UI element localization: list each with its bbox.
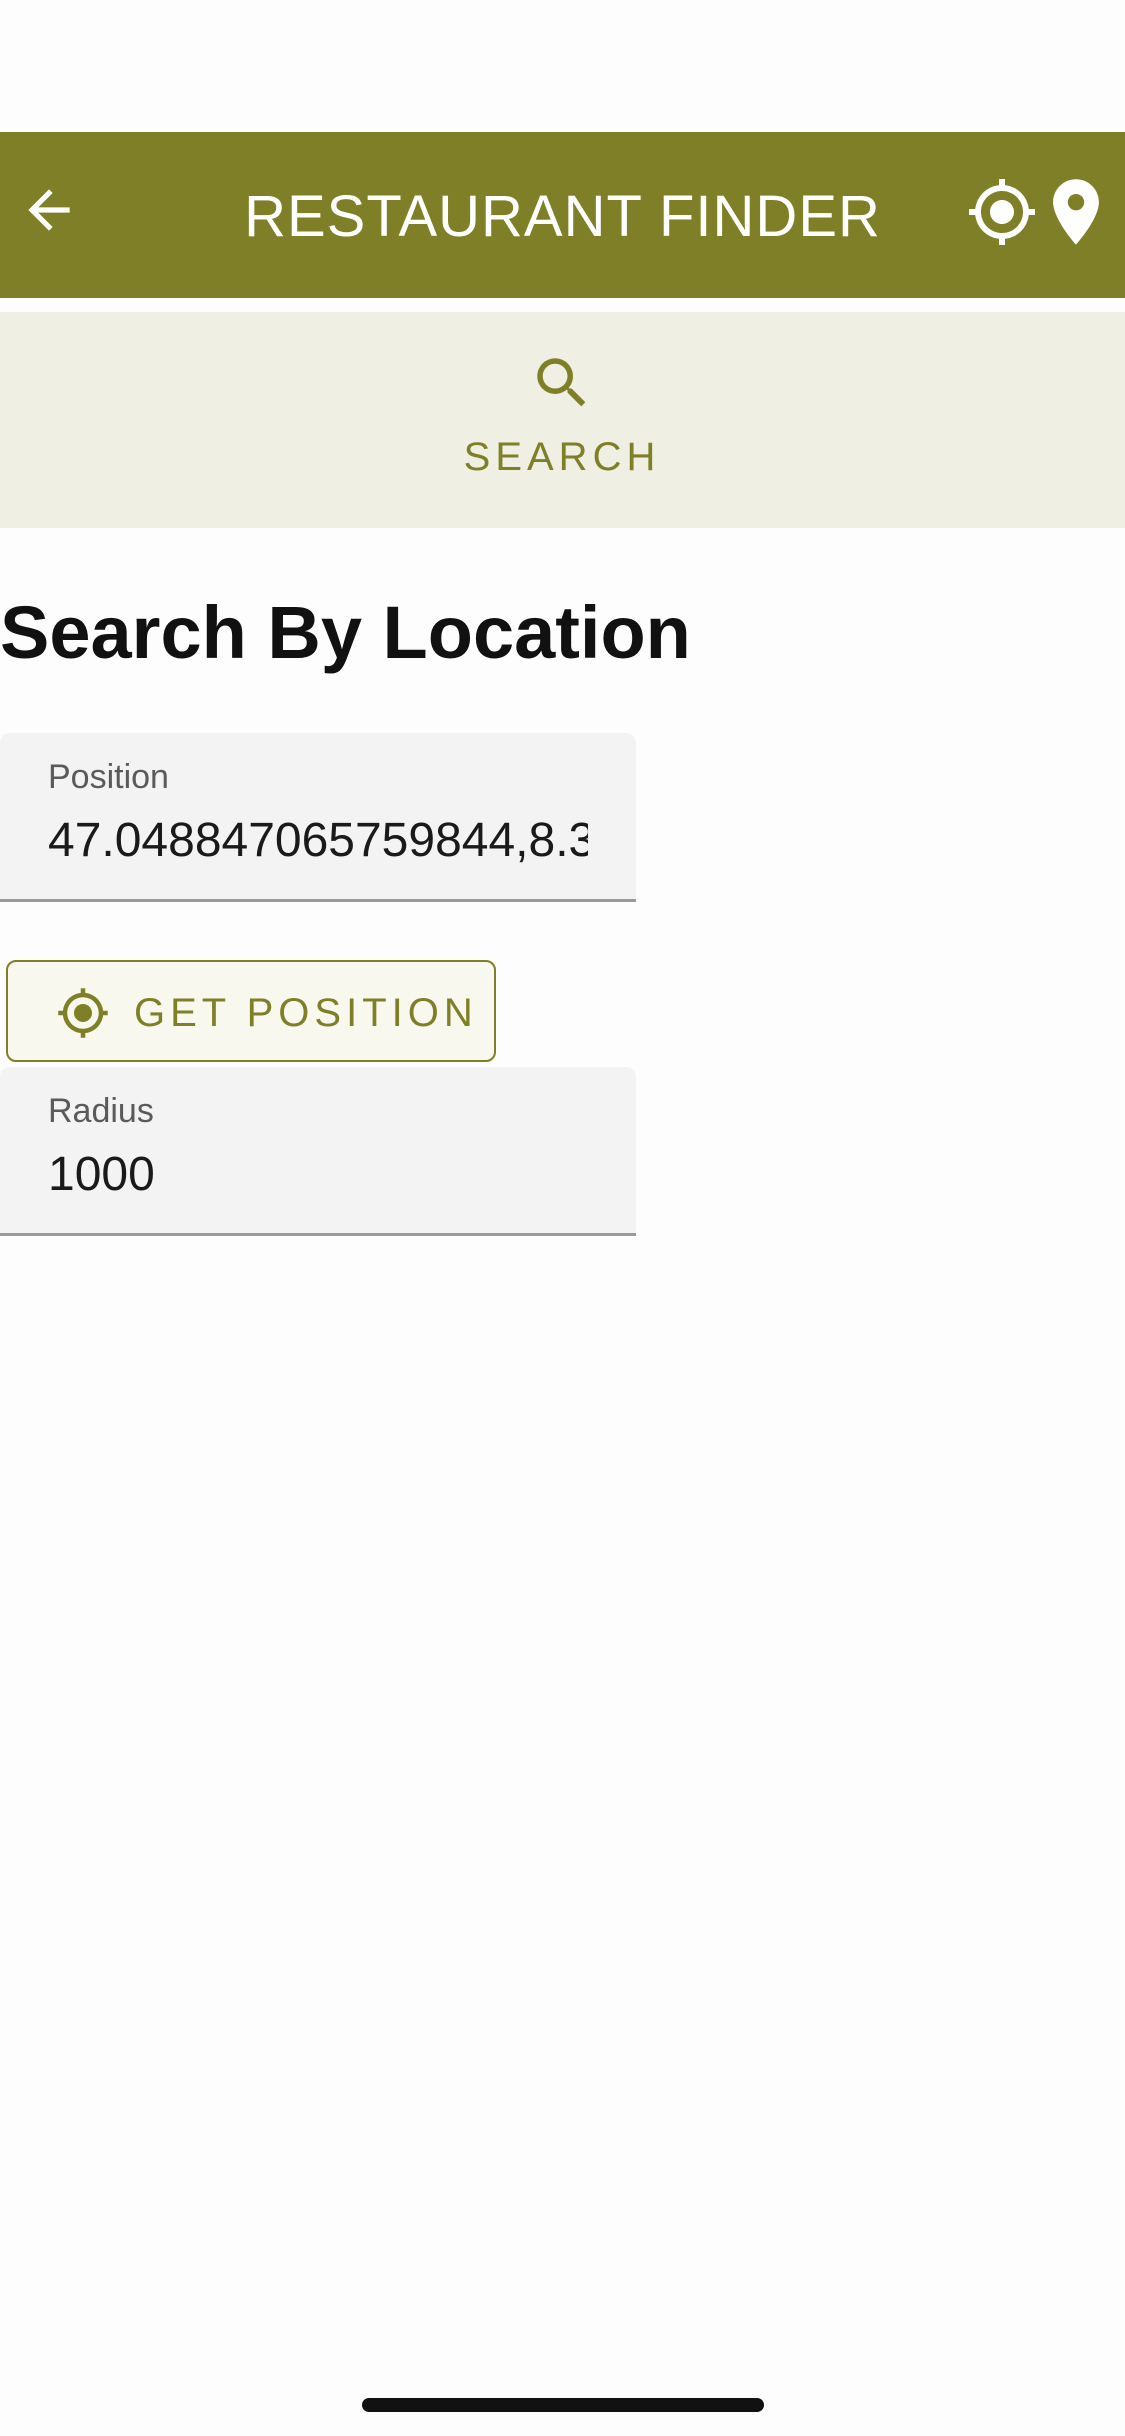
radius-field-value[interactable]: 1000: [48, 1145, 588, 1205]
my-location-button[interactable]: [966, 176, 1038, 248]
app-title: RESTAURANT FINDER: [244, 184, 881, 249]
tab-search[interactable]: SEARCH: [412, 312, 712, 528]
crosshair-icon: [58, 988, 108, 1038]
get-position-label: GET POSITION: [134, 991, 478, 1035]
map-pin-button[interactable]: [1048, 176, 1104, 248]
search-icon: [537, 358, 586, 407]
app-bar: RESTAURANT FINDER: [0, 132, 1125, 298]
tab-search-label: SEARCH: [463, 435, 661, 479]
home-indicator: [362, 2398, 764, 2412]
radius-field-label: Radius: [48, 1092, 154, 1130]
get-position-button[interactable]: GET POSITION: [6, 960, 496, 1062]
tab-bar: SEARCH: [0, 312, 1125, 528]
location-pin-icon: [1053, 179, 1099, 245]
position-field-value[interactable]: 47.048847065759844,8.3: [48, 811, 588, 871]
position-field[interactable]: Position 47.048847065759844,8.3: [0, 733, 636, 902]
page-title: Search By Location: [0, 591, 691, 674]
crosshair-icon: [969, 179, 1035, 245]
radius-field[interactable]: Radius 1000: [0, 1067, 636, 1236]
position-field-label: Position: [48, 758, 169, 796]
